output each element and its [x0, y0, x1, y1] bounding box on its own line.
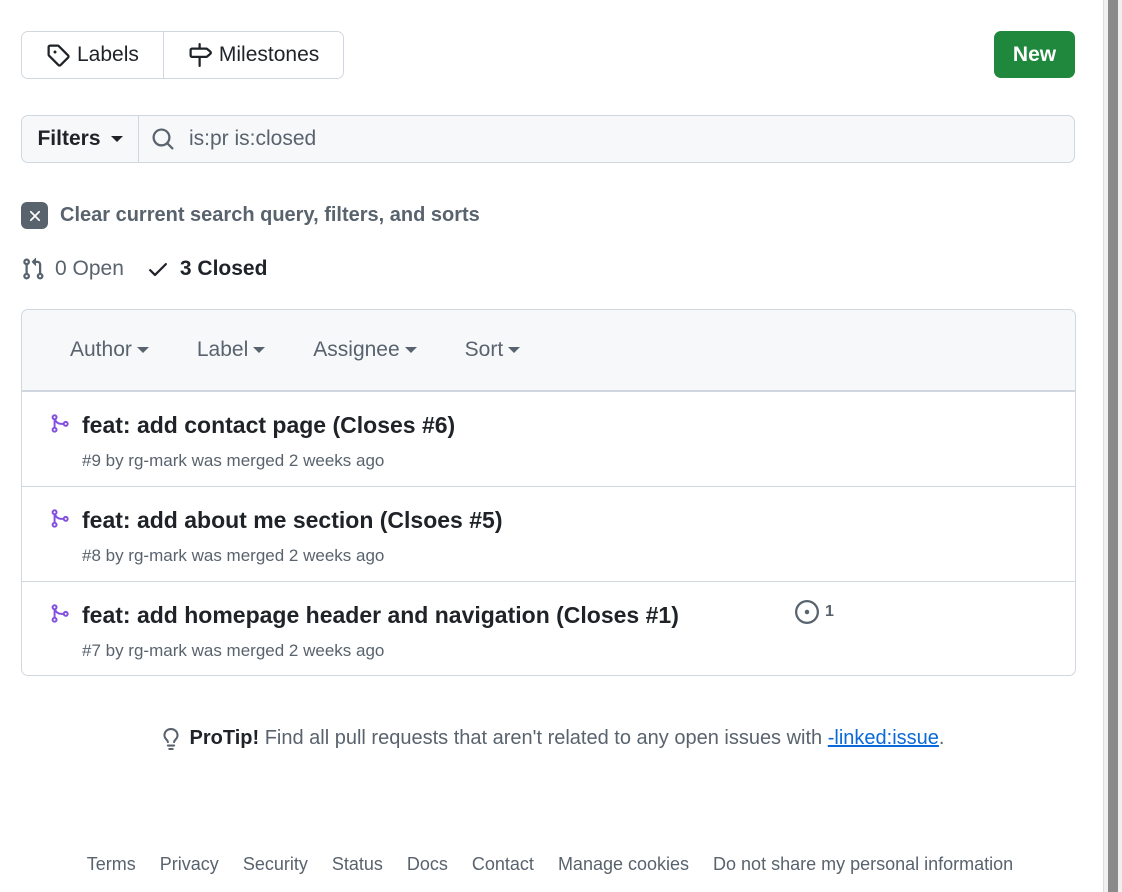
- search-input[interactable]: [187, 126, 991, 152]
- close-icon: [21, 202, 48, 229]
- search-icon: [152, 128, 174, 150]
- merged-icon: [51, 414, 69, 433]
- caret-down-icon: [110, 136, 123, 142]
- milestones-button[interactable]: Milestones: [162, 32, 344, 78]
- scrollbar[interactable]: [1103, 0, 1122, 892]
- footer-link-contact[interactable]: Contact: [472, 854, 534, 875]
- protip-end: .: [938, 727, 945, 749]
- caret-down-icon: [508, 347, 521, 353]
- footer-link-terms[interactable]: Terms: [87, 854, 136, 875]
- open-tab[interactable]: 0 Open: [21, 257, 124, 281]
- linked-issue-link[interactable]: -linked:issue: [828, 727, 939, 749]
- caret-down-icon: [136, 347, 149, 353]
- pull-request-meta: #7 by rg-mark was merged 2 weeks ago: [82, 641, 385, 660]
- linked-issues-badge[interactable]: 1: [795, 600, 834, 624]
- protip-label: ProTip!: [189, 727, 260, 749]
- filters-label: Filters: [37, 127, 101, 150]
- search-bar: Filters: [21, 115, 1075, 163]
- protip: ProTip! Find all pull requests that aren…: [0, 727, 1104, 756]
- footer-link-docs[interactable]: Docs: [407, 854, 448, 875]
- merged-icon: [51, 509, 69, 528]
- new-pull-request-button[interactable]: New: [994, 31, 1075, 78]
- linked-issues-count: 1: [825, 603, 834, 620]
- issue-opened-icon: [795, 600, 819, 624]
- list-header: Author Label Assignee Sort: [22, 310, 1075, 391]
- merged-icon: [51, 604, 69, 623]
- search-field[interactable]: [139, 116, 1074, 162]
- footer-link-security[interactable]: Security: [243, 854, 308, 875]
- labels-button[interactable]: Labels: [22, 32, 163, 78]
- label-filter[interactable]: Label: [196, 338, 266, 362]
- protip-text: Find all pull requests that aren't relat…: [259, 727, 828, 749]
- assignee-filter[interactable]: Assignee: [313, 338, 417, 362]
- footer-link-status[interactable]: Status: [332, 854, 383, 875]
- state-tabs: 0 Open 3 Closed: [21, 257, 267, 281]
- footer-link-privacy[interactable]: Privacy: [160, 854, 219, 875]
- pull-request-title[interactable]: feat: add contact page (Closes #6): [82, 412, 455, 439]
- list-item: feat: add contact page (Closes #6) #9 by…: [22, 391, 1075, 486]
- open-count: 0 Open: [55, 257, 124, 280]
- clear-filters-link[interactable]: Clear current search query, filters, and…: [21, 202, 480, 229]
- pull-request-icon: [23, 257, 44, 280]
- closed-count: 3 Closed: [179, 257, 268, 280]
- author-filter[interactable]: Author: [70, 338, 149, 362]
- pull-request-title[interactable]: feat: add homepage header and navigation…: [82, 602, 679, 629]
- assignee-label: Assignee: [313, 338, 400, 361]
- scrollbar-thumb[interactable]: [1108, 0, 1118, 892]
- pull-request-meta: #9 by rg-mark was merged 2 weeks ago: [82, 451, 385, 470]
- footer: Terms Privacy Security Status Docs Conta…: [0, 854, 1100, 875]
- caret-down-icon: [404, 347, 417, 353]
- milestone-icon: [189, 43, 212, 67]
- light-bulb-icon: [162, 727, 179, 750]
- list-item: feat: add homepage header and navigation…: [22, 581, 1075, 675]
- pull-request-list: Author Label Assignee Sort feat: add con…: [21, 309, 1076, 676]
- footer-link-manage-cookies[interactable]: Manage cookies: [558, 854, 689, 875]
- pull-request-title[interactable]: feat: add about me section (Clsoes #5): [82, 507, 502, 534]
- clear-filters-label: Clear current search query, filters, and…: [60, 204, 480, 226]
- author-label: Author: [70, 338, 132, 361]
- closed-tab[interactable]: 3 Closed: [146, 257, 268, 281]
- sort-filter[interactable]: Sort: [465, 338, 521, 362]
- tag-icon: [47, 44, 70, 67]
- pull-request-meta: #8 by rg-mark was merged 2 weeks ago: [82, 546, 385, 565]
- sort-label: Sort: [464, 338, 504, 361]
- list-item: feat: add about me section (Clsoes #5) #…: [22, 486, 1075, 581]
- label-label: Label: [196, 338, 249, 361]
- filters-dropdown[interactable]: Filters: [22, 116, 139, 162]
- labels-milestones-group: Labels Milestones: [21, 31, 345, 79]
- caret-down-icon: [253, 347, 266, 353]
- milestones-label: Milestones: [218, 43, 320, 66]
- footer-link-do-not-share[interactable]: Do not share my personal information: [713, 854, 1013, 875]
- check-icon: [148, 263, 167, 277]
- labels-label: Labels: [77, 43, 139, 66]
